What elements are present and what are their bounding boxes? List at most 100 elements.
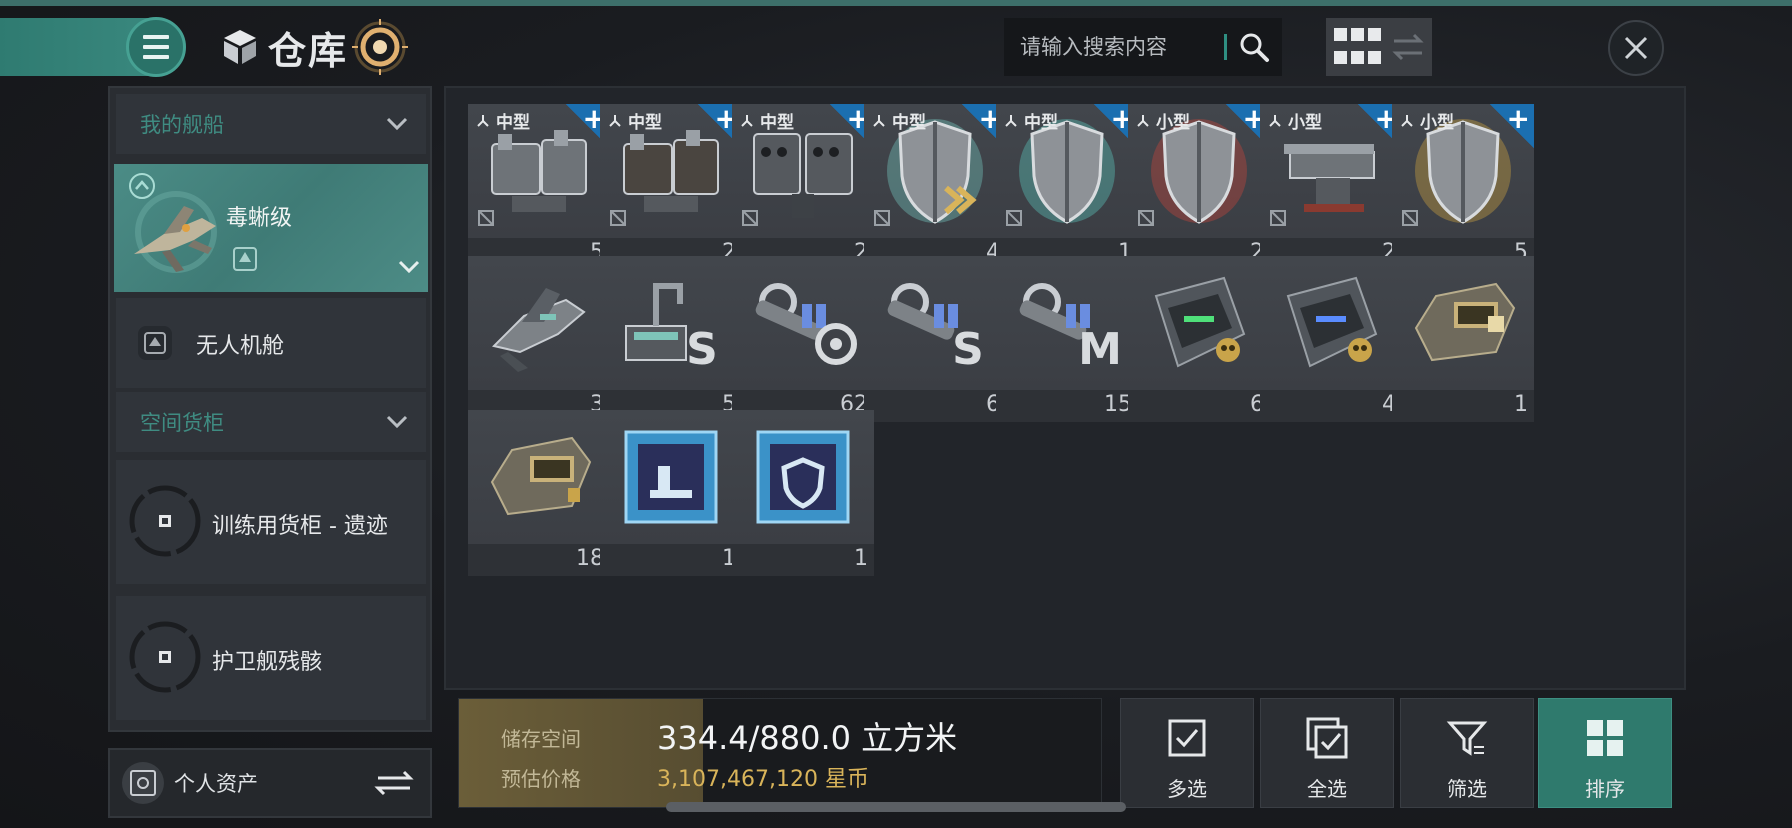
close-icon [1624, 36, 1648, 60]
item-size-tag: 中型 [608, 108, 662, 133]
inventory-item[interactable]: 3 [468, 256, 610, 422]
filter-button[interactable]: 筛选 [1400, 698, 1534, 808]
inventory-item[interactable]: 中型 + 1 [996, 102, 1138, 270]
ship-card-selected[interactable]: 毒蜥级 [114, 164, 428, 292]
inventory-item[interactable]: 1 [732, 410, 874, 576]
select-all-button[interactable]: 全选 [1260, 698, 1394, 808]
slot-empty-icon [1270, 210, 1286, 226]
slot-type-icon [1005, 114, 1017, 127]
item-image [1392, 256, 1534, 390]
item-count-bar: 1 [600, 544, 742, 576]
item-image [600, 410, 742, 544]
slot-type-icon [873, 114, 885, 127]
inventory-item[interactable]: 中型 + 2 [600, 102, 742, 270]
grid-view-icon[interactable] [1334, 24, 1384, 70]
inventory-item[interactable]: 4 [1260, 256, 1402, 422]
page-title: 仓库 [268, 28, 349, 73]
ship-image [134, 191, 217, 273]
item-image: S [600, 256, 742, 390]
horizontal-scrollbar[interactable] [666, 802, 1126, 812]
slot-type-icon [1401, 114, 1413, 127]
crystal-ammo-c-icon [755, 283, 857, 365]
item-size-label: 中型 [1024, 113, 1058, 133]
item-count: 1 [854, 546, 868, 571]
item-image [468, 256, 610, 390]
warehouse-cube-icon [224, 30, 256, 64]
close-button[interactable] [1608, 20, 1664, 76]
item-image [468, 410, 610, 544]
item-image: S [864, 256, 1006, 390]
item-count-bar: 1 [732, 544, 874, 576]
sidebar: 我的舰船 毒蜥级 无人机舱 空间货柜 训练用货柜 - 遗迹 护卫舰残骸 [108, 86, 432, 732]
skull-module-green-icon [1154, 276, 1246, 368]
item-image [732, 410, 874, 544]
storage-space-label: 储存空间 [501, 727, 581, 751]
slot-empty-icon [1138, 210, 1154, 226]
inventory-item[interactable]: 1 [600, 410, 742, 576]
add-to-ship-button[interactable]: + [1490, 102, 1534, 148]
sidebar-item-container-training[interactable]: 训练用货柜 - 遗迹 [116, 460, 426, 584]
inventory-item[interactable]: 小型 + 5 [1392, 102, 1534, 270]
svg-text:S: S [952, 324, 984, 375]
slot-empty-icon [610, 210, 626, 226]
menu-button[interactable] [126, 17, 186, 77]
sidebar-item-label: 训练用货柜 - 遗迹 [212, 514, 388, 539]
multi-select-button[interactable]: 多选 [1120, 698, 1254, 808]
item-size-tag: 中型 [1004, 108, 1058, 133]
inventory-item[interactable]: 小型 + 2 [1128, 102, 1270, 270]
target-ring-icon[interactable] [352, 19, 409, 75]
search-input[interactable] [1004, 35, 1224, 59]
inventory-item[interactable]: 小型 + 2 [1260, 102, 1402, 270]
filter-label: 筛选 [1447, 777, 1487, 801]
list-view-swap-icon[interactable] [1388, 27, 1428, 67]
personal-assets-bar[interactable]: 个人资产 [108, 748, 432, 818]
chevron-down-icon [386, 415, 408, 429]
inventory-item[interactable]: 中型 + 4 [864, 102, 1006, 270]
crystal-ammo-m-icon: M [1019, 283, 1122, 375]
filter-icon [1446, 721, 1488, 756]
chevron-down-icon[interactable] [398, 260, 420, 274]
inventory-item[interactable]: M 15 [996, 256, 1138, 422]
item-size-label: 中型 [892, 113, 926, 133]
section-my-ships[interactable]: 我的舰船 [116, 94, 426, 154]
sort-button[interactable]: 排序 [1538, 698, 1672, 808]
inventory-item[interactable]: 6 [1128, 256, 1270, 422]
inventory-item[interactable]: 1 [1392, 256, 1534, 422]
inventory-item[interactable]: S 5 [600, 256, 742, 422]
slot-empty-icon [1402, 210, 1418, 226]
estimated-price-value: 3,107,467,120 星币 [657, 767, 869, 792]
drone-bay-badge-icon [233, 247, 257, 271]
slot-empty-icon [1006, 210, 1022, 226]
storage-space-value: 334.4/880.0 立方米 [657, 719, 958, 757]
plus-icon: + [1506, 102, 1530, 135]
sidebar-item-container-wreck[interactable]: 护卫舰残骸 [116, 596, 426, 720]
sidebar-item-drone-bay[interactable]: 无人机舱 [116, 298, 426, 388]
slot-type-icon [609, 114, 621, 127]
sidebar-item-label: 护卫舰残骸 [212, 650, 323, 675]
search-button[interactable] [1227, 18, 1282, 76]
drone-cluster-icon [492, 288, 586, 372]
item-count-bar: 18 [468, 544, 610, 576]
item-count-bar: 6 [1128, 390, 1270, 422]
item-size-tag: 中型 [872, 108, 926, 133]
top-accent-line [0, 0, 1792, 6]
inventory-item[interactable]: 62 [732, 256, 874, 422]
inventory-item[interactable]: 中型 + 2 [732, 102, 874, 270]
item-count-bar: 6 [864, 390, 1006, 422]
inventory-item[interactable]: S 6 [864, 256, 1006, 422]
item-size-tag: 中型 [476, 108, 530, 133]
page-header: 仓库 [220, 19, 409, 75]
ship-name: 毒蜥级 [226, 206, 293, 231]
section-space-containers[interactable]: 空间货柜 [116, 392, 426, 452]
swap-arrows-icon[interactable] [374, 769, 414, 797]
inventory-item[interactable]: 18 [468, 410, 610, 576]
hamburger-icon [143, 32, 169, 62]
checkbox-icon [1168, 719, 1206, 757]
svg-text:M: M [1078, 324, 1122, 375]
blue-chip-shield-icon [756, 430, 850, 524]
gold-cargo-module-icon [1414, 282, 1516, 362]
item-size-tag: 中型 [740, 108, 794, 133]
inventory-item[interactable]: 中型 + 5 [468, 102, 610, 270]
view-toggle [1326, 18, 1432, 76]
item-size-label: 小型 [1420, 113, 1454, 133]
